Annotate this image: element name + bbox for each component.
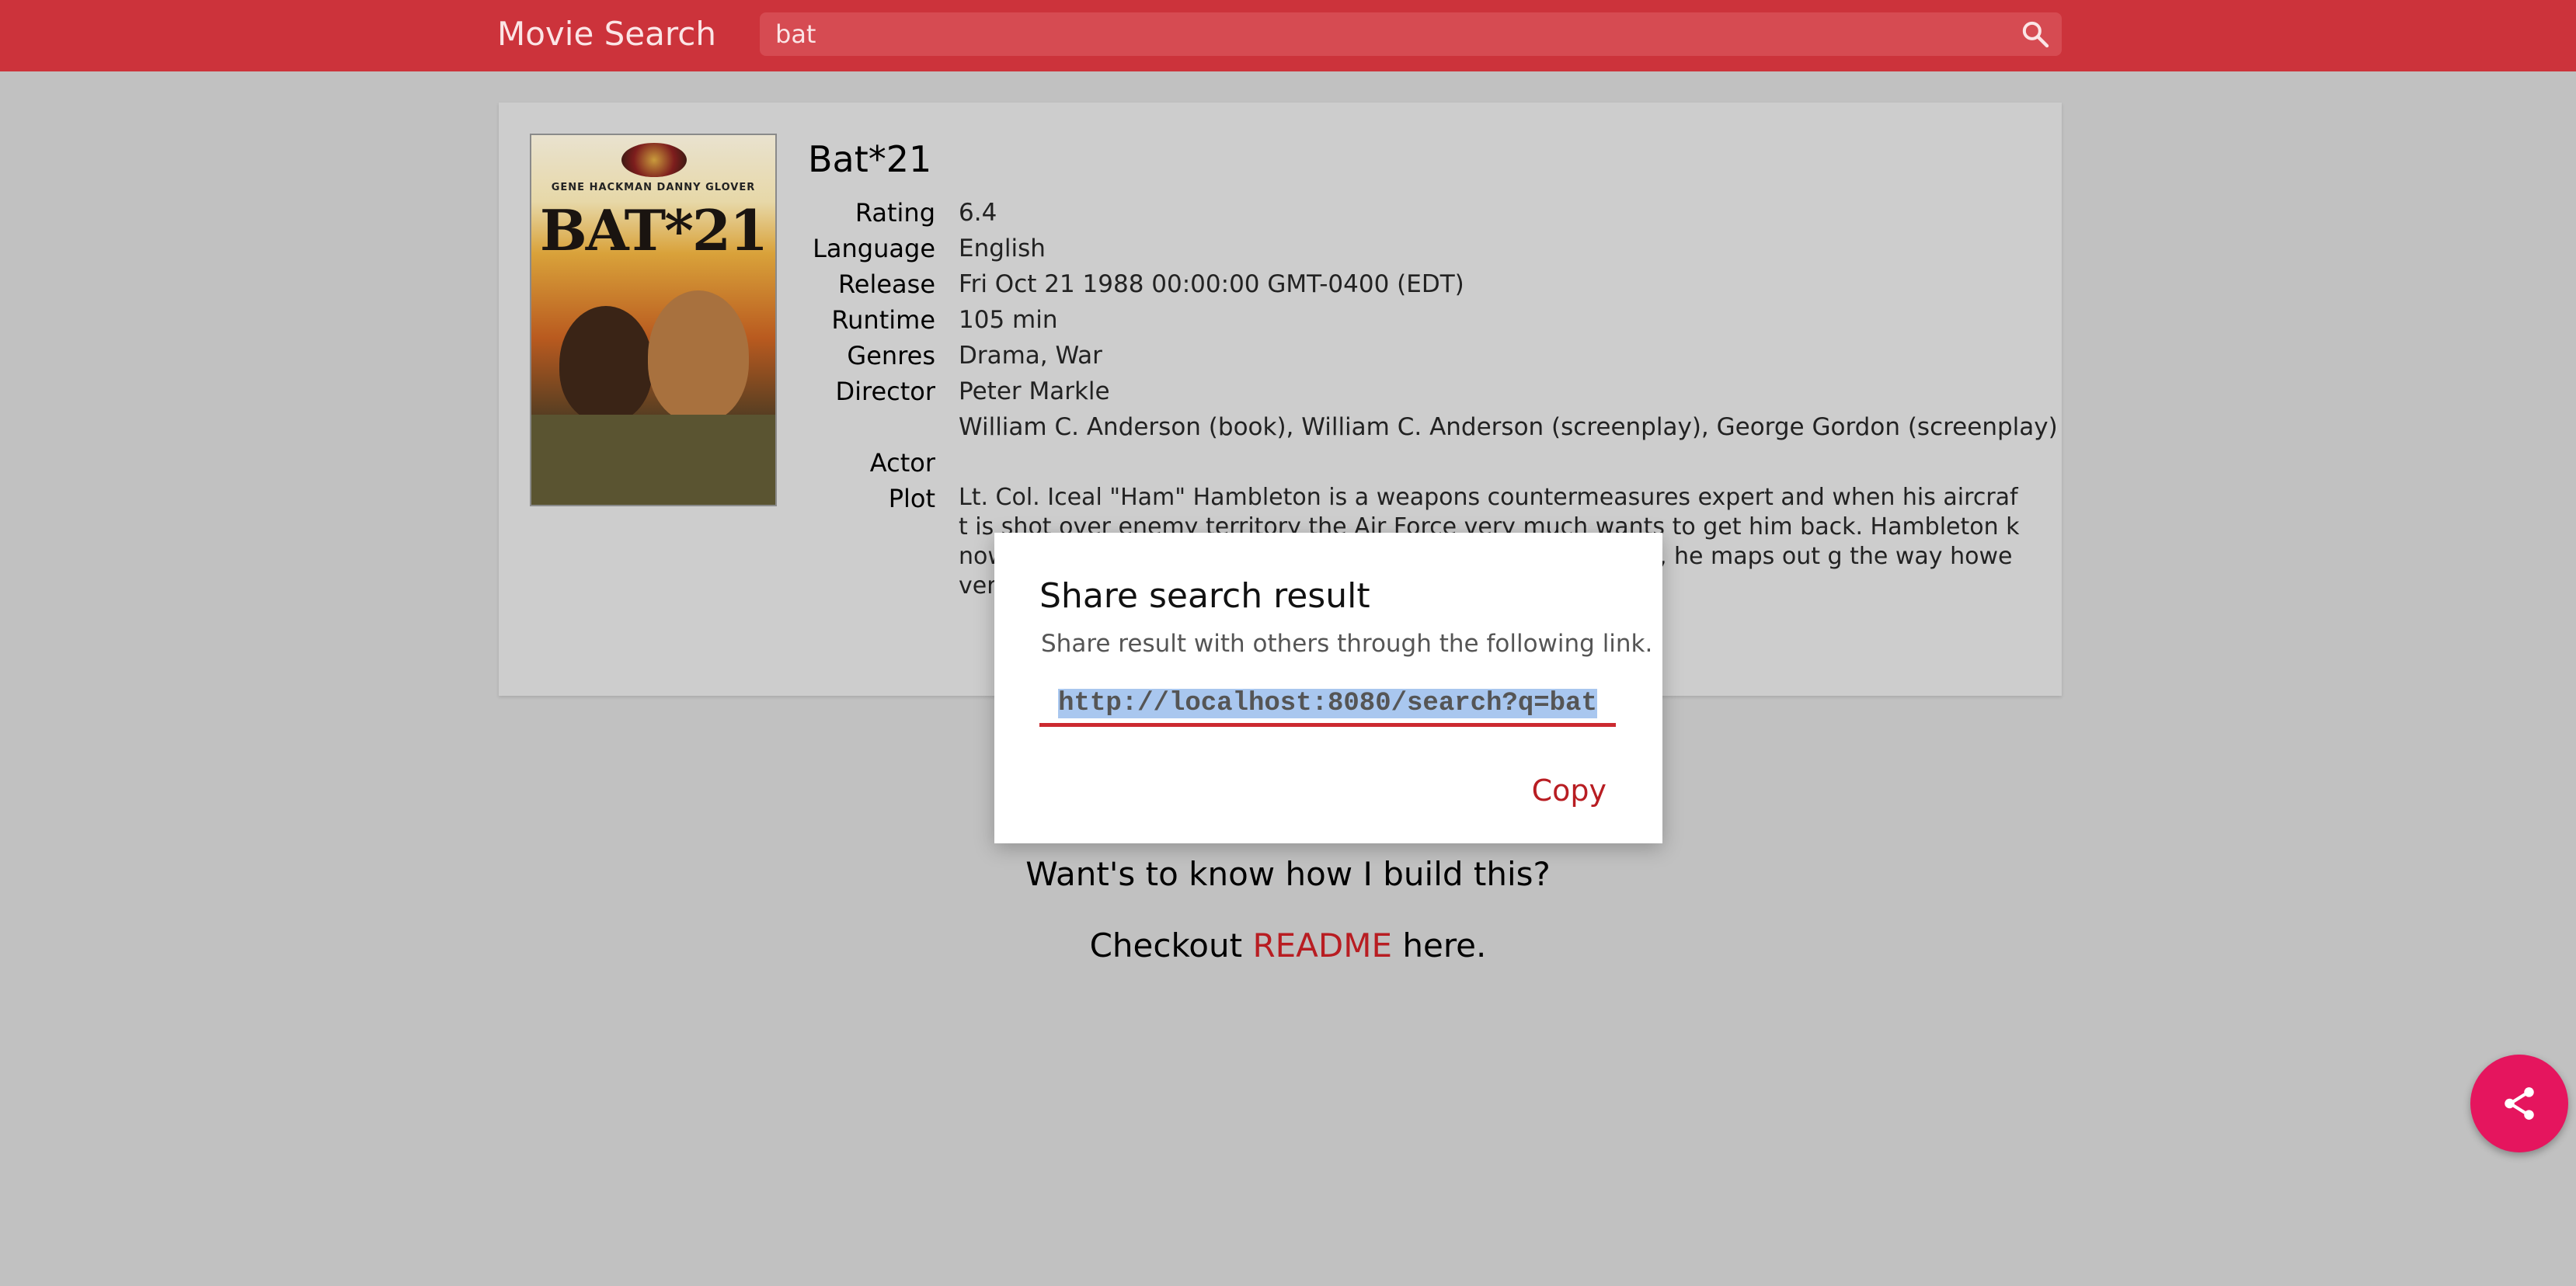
- modal-overlay[interactable]: Share search result Share result with ot…: [0, 0, 2576, 1286]
- share-link-field[interactable]: http://localhost:8080/search?q=bat: [1039, 683, 1616, 727]
- share-fab-button[interactable]: [2470, 1055, 2568, 1152]
- share-icon: [2505, 1087, 2534, 1120]
- copy-button[interactable]: Copy: [1521, 767, 1617, 814]
- dialog-title: Share search result: [1039, 576, 1370, 616]
- share-dialog: Share search result Share result with ot…: [994, 533, 1662, 843]
- selected-link[interactable]: http://localhost:8080/search?q=bat: [1058, 689, 1597, 718]
- dialog-subtitle: Share result with others through the fol…: [1041, 630, 1653, 658]
- share-link-text[interactable]: http://localhost:8080/search?q=bat: [1039, 686, 1616, 721]
